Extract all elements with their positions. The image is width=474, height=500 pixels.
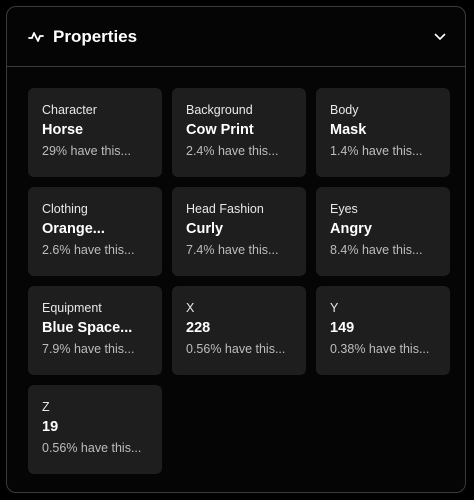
property-rarity: 0.56% have this... — [42, 441, 142, 455]
property-rarity: 2.6% have this... — [42, 243, 135, 257]
property-type: Background — [186, 103, 253, 117]
property-rarity: 1.4% have this... — [330, 144, 423, 158]
property-value: 149 — [330, 320, 355, 336]
property-card-eyes[interactable]: Eyes Angry 8.4% have this... — [316, 187, 450, 276]
property-card-character[interactable]: Character Horse 29% have this... — [28, 88, 162, 177]
property-value: Mask — [330, 122, 367, 138]
property-rarity: 8.4% have this... — [330, 243, 423, 257]
properties-grid: Character Horse 29% have this... Backgro… — [28, 88, 450, 474]
property-type: Character — [42, 103, 97, 117]
property-value: Horse — [42, 122, 84, 138]
property-type: Eyes — [330, 202, 358, 216]
property-card-body[interactable]: Body Mask 1.4% have this... — [316, 88, 450, 177]
property-card-x[interactable]: X 228 0.56% have this... — [172, 286, 306, 375]
property-value: Angry — [330, 221, 372, 237]
property-type: Body — [330, 103, 359, 117]
property-rarity: 2.4% have this... — [186, 144, 279, 158]
chevron-down-icon[interactable] — [433, 30, 447, 44]
property-rarity: 0.56% have this... — [186, 342, 286, 356]
property-value: 19 — [42, 419, 59, 435]
property-rarity: 0.38% have this... — [330, 342, 430, 356]
property-value: Orange... — [42, 221, 105, 237]
property-type: Z — [42, 400, 50, 414]
property-card-y[interactable]: Y 149 0.38% have this... — [316, 286, 450, 375]
property-rarity: 7.4% have this... — [186, 243, 279, 257]
property-card-head-fashion[interactable]: Head Fashion Curly 7.4% have this... — [172, 187, 306, 276]
property-type: Clothing — [42, 202, 88, 216]
property-type: Head Fashion — [186, 202, 264, 216]
property-type: X — [186, 301, 195, 315]
property-type: Y — [330, 301, 339, 315]
properties-header[interactable]: Properties — [7, 7, 465, 67]
property-rarity: 29% have this... — [42, 144, 131, 158]
property-value: Blue Space... — [42, 320, 133, 336]
property-value: Cow Print — [186, 122, 254, 138]
properties-panel: Properties Character Horse 29% have this… — [6, 6, 466, 493]
property-type: Equipment — [42, 301, 102, 315]
property-value: 228 — [186, 320, 211, 336]
property-card-background[interactable]: Background Cow Print 2.4% have this... — [172, 88, 306, 177]
property-card-clothing[interactable]: Clothing Orange... 2.6% have this... — [28, 187, 162, 276]
property-rarity: 7.9% have this... — [42, 342, 135, 356]
activity-icon — [27, 28, 45, 46]
properties-title: Properties — [53, 26, 138, 46]
property-value: Curly — [186, 221, 224, 237]
property-card-equipment[interactable]: Equipment Blue Space... 7.9% have this..… — [28, 286, 162, 375]
property-card-z[interactable]: Z 19 0.56% have this... — [28, 385, 162, 474]
